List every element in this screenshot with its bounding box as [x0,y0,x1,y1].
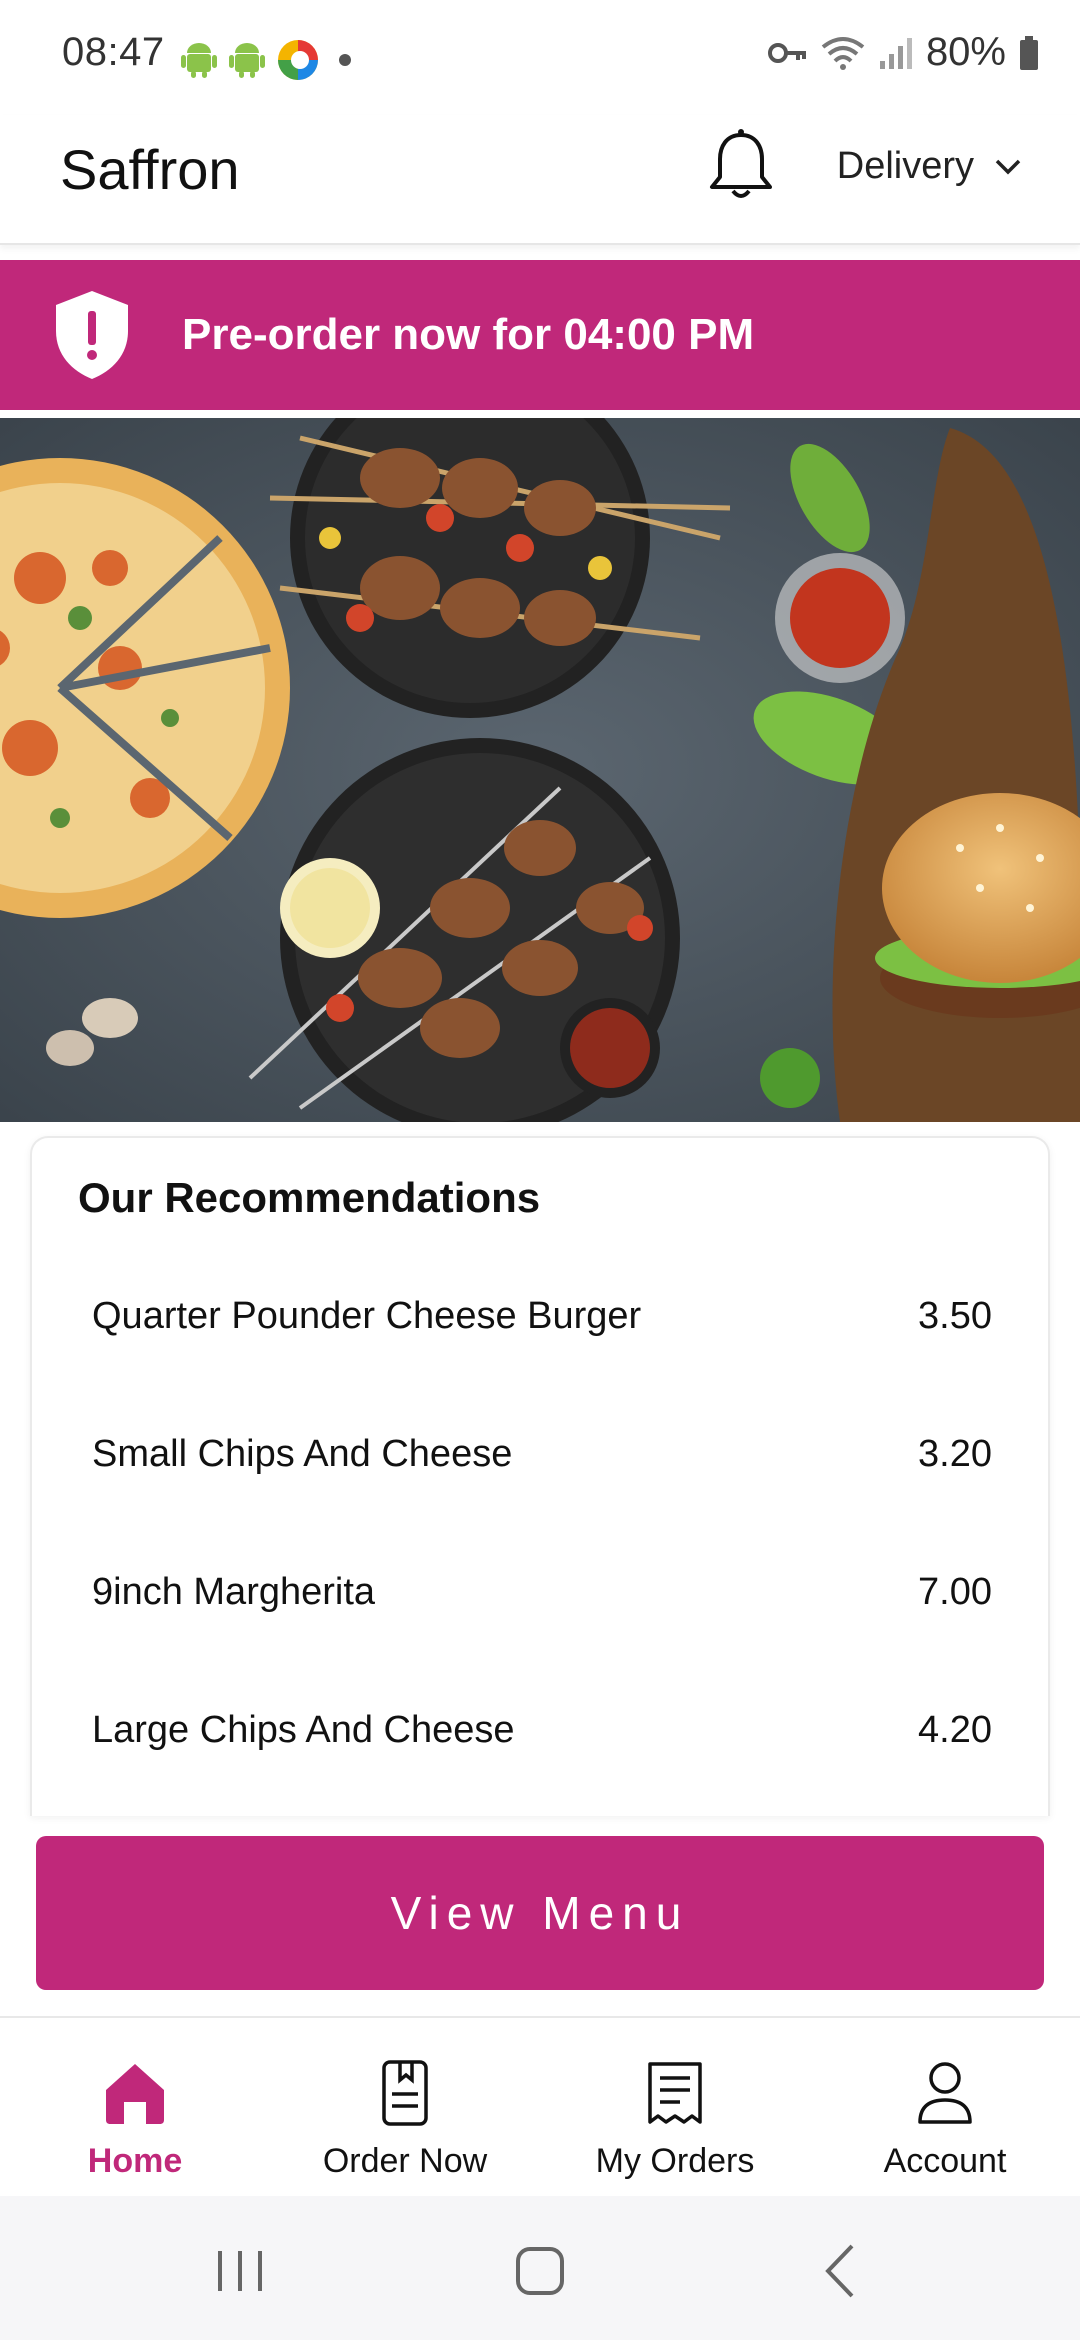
nav-item-order-now[interactable]: Order Now [270,2018,540,2198]
signal-icon [879,37,912,69]
item-price: 4.20 [918,1709,992,1751]
delivery-mode-dropdown[interactable]: Delivery [837,145,1022,188]
system-nav-bar [0,2196,1080,2340]
nav-item-my-orders[interactable]: My Orders [540,2018,810,2198]
food-collage-illustration [0,418,1080,1122]
battery-percent: 80% [925,30,1006,74]
nav-label-account: Account [883,2142,1007,2180]
nav-item-home[interactable]: Home [0,2018,270,2198]
item-name: Large Chips And Cheese [92,1709,515,1751]
app-header: Saffron Delivery [0,115,1080,245]
home-square-icon [516,2247,564,2295]
status-system-icons: 80% [767,30,1040,75]
hero-food-image [0,418,1080,1122]
preorder-text: Pre-order now for 04:00 PM [182,310,755,359]
item-price: 7.00 [918,1571,992,1613]
key-icon [767,42,806,63]
android-icon [229,43,265,78]
notification-button[interactable] [706,125,776,205]
nav-label-home: Home [87,2142,183,2180]
item-price: 3.50 [918,1295,992,1337]
shield-alert-icon [56,291,128,379]
back-chevron-icon [825,2244,854,2298]
preorder-banner: Pre-order now for 04:00 PM [0,260,1080,410]
recent-apps-button[interactable] [200,2236,280,2306]
app-colorwheel-icon [278,40,318,80]
item-price: 3.20 [918,1433,992,1475]
nav-label-my-orders: My Orders [595,2142,755,2180]
back-button[interactable] [800,2236,880,2306]
battery-icon [1020,35,1038,70]
recent-apps-icon [218,2251,262,2291]
recommendation-item[interactable]: 9inch Margherita 7.00 [92,1571,992,1614]
receipt-icon [648,2062,702,2124]
recommendation-item[interactable]: Small Chips And Cheese 3.20 [92,1433,992,1476]
recommendations-card: Our Recommendations Quarter Pounder Chee… [30,1136,1050,1816]
user-icon [918,2062,972,2124]
nav-item-account[interactable]: Account [810,2018,1080,2198]
item-name: Quarter Pounder Cheese Burger [92,1295,642,1337]
view-menu-button[interactable]: View Menu [36,1836,1044,1990]
home-system-button[interactable] [500,2236,580,2306]
home-icon [106,2064,164,2124]
nav-label-order-now: Order Now [322,2142,488,2180]
bell-icon [710,129,772,198]
recommendations-title: Our Recommendations [78,1174,541,1221]
status-bar: 08:47 80% [0,0,1080,115]
recommendation-item[interactable]: Large Chips And Cheese 4.20 [92,1709,992,1752]
chevron-down-icon [995,159,1021,174]
status-time: 08:47 [62,30,165,74]
android-icon [181,43,217,78]
app-title: Saffron [60,138,240,201]
bottom-nav: Home Order Now My Orders Account [0,2016,1080,2196]
recommendation-item[interactable]: Quarter Pounder Cheese Burger 3.50 [92,1295,992,1338]
item-name: Small Chips And Cheese [92,1433,513,1475]
delivery-mode-label: Delivery [836,145,974,187]
status-notification-icons [180,38,360,82]
dot-icon [339,54,351,66]
item-name: 9inch Margherita [92,1571,376,1613]
wifi-icon [821,36,865,70]
order-book-icon [382,2060,428,2126]
